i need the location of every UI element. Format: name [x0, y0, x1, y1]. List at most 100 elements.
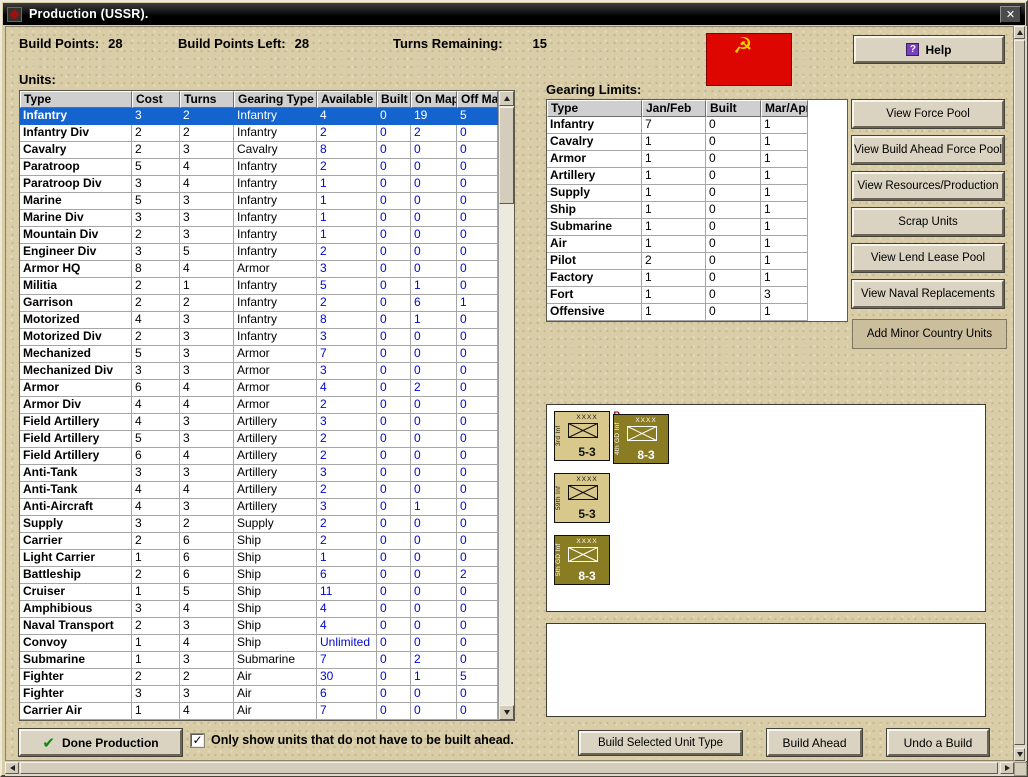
units-column-header[interactable]: Cost [132, 91, 180, 108]
scroll-left-icon[interactable] [5, 762, 19, 774]
units-table-row[interactable]: Field Artillery 4 3 Artillery 3 0 0 0 [20, 414, 498, 431]
gearing-table-row[interactable]: Factory 1 0 1 [547, 270, 808, 287]
units-table-row[interactable]: Garrison 2 2 Infantry 2 0 6 1 [20, 295, 498, 312]
units-table-row[interactable]: Armor 6 4 Armor 4 0 2 0 [20, 380, 498, 397]
unit-counter[interactable]: 59th Inf XXXX 5-3 [554, 473, 610, 523]
units-column-header[interactable]: Turns [180, 91, 234, 108]
gearing-column-header[interactable]: Mar/Apr [761, 100, 808, 117]
units-table-row[interactable]: Militia 2 1 Infantry 5 0 1 0 [20, 278, 498, 295]
gearing-table-row[interactable]: Pilot 2 0 1 [547, 253, 808, 270]
gearing-cell: Ship [547, 202, 642, 219]
units-table-row[interactable]: Field Artillery 6 4 Artillery 2 0 0 0 [20, 448, 498, 465]
units-cell: Engineer Div [20, 244, 132, 261]
units-column-header[interactable]: Built [377, 91, 411, 108]
gearing-table-row[interactable]: Armor 1 0 1 [547, 151, 808, 168]
gearing-table-row[interactable]: Fort 1 0 3 [547, 287, 808, 304]
help-button[interactable]: ? Help [854, 36, 1004, 63]
window-vertical-scrollbar[interactable] [1014, 26, 1027, 761]
gearing-table-row[interactable]: Infantry 7 0 1 [547, 117, 808, 134]
units-cell: Infantry [234, 125, 317, 142]
gearing-table-row[interactable]: Submarine 1 0 1 [547, 219, 808, 236]
side-button-view-resources-production[interactable]: View Resources/Production [852, 172, 1004, 200]
units-cell: 0 [377, 159, 411, 176]
units-column-header[interactable]: Type [20, 91, 132, 108]
unit-counter[interactable]: 3rd InfXXXX5-3R [554, 410, 620, 461]
gearing-table-row[interactable]: Supply 1 0 1 [547, 185, 808, 202]
units-table-row[interactable]: Marine Div 3 3 Infantry 1 0 0 0 [20, 210, 498, 227]
units-table-row[interactable]: Convoy 1 4 Ship Unlimited 0 0 0 [20, 635, 498, 652]
units-table-row[interactable]: Marine 5 3 Infantry 1 0 0 0 [20, 193, 498, 210]
side-button-view-lend-lease-pool[interactable]: View Lend Lease Pool [852, 244, 1004, 272]
scroll-thumb[interactable] [499, 107, 514, 204]
units-cell: 2 [132, 227, 180, 244]
units-table-row[interactable]: Anti-Tank 3 3 Artillery 3 0 0 0 [20, 465, 498, 482]
resize-grip[interactable] [1014, 762, 1027, 776]
units-table-row[interactable]: Carrier 2 6 Ship 2 0 0 0 [20, 533, 498, 550]
units-cell: 0 [411, 363, 457, 380]
units-table-row[interactable]: Paratroop Div 3 4 Infantry 1 0 0 0 [20, 176, 498, 193]
units-scrollbar[interactable] [498, 91, 514, 720]
units-table-row[interactable]: Cruiser 1 5 Ship 11 0 0 0 [20, 584, 498, 601]
gearing-table-row[interactable]: Offensive 1 0 1 [547, 304, 808, 321]
gearing-cell: 0 [706, 304, 761, 321]
units-table-row[interactable]: Battleship 2 6 Ship 6 0 0 2 [20, 567, 498, 584]
side-button-view-build-ahead-force-pool[interactable]: View Build Ahead Force Pool [852, 136, 1004, 164]
done-production-button[interactable]: ✔ Done Production [19, 729, 182, 756]
units-table-row[interactable]: Cavalry 2 3 Cavalry 8 0 0 0 [20, 142, 498, 159]
units-table-row[interactable]: Carrier Air 1 4 Air 7 0 0 0 [20, 703, 498, 720]
units-table-row[interactable]: Light Carrier 1 6 Ship 1 0 0 0 [20, 550, 498, 567]
units-table-row[interactable]: Anti-Tank 4 4 Artillery 2 0 0 0 [20, 482, 498, 499]
unit-counter[interactable]: 4th GD Inf XXXX 8-3 [613, 414, 669, 464]
units-table-row[interactable]: Mechanized 5 3 Armor 7 0 0 0 [20, 346, 498, 363]
units-table-row[interactable]: Mechanized Div 3 3 Armor 3 0 0 0 [20, 363, 498, 380]
units-table-row[interactable]: Amphibious 3 4 Ship 4 0 0 0 [20, 601, 498, 618]
units-table-row[interactable]: Paratroop 5 4 Infantry 2 0 0 0 [20, 159, 498, 176]
units-column-header[interactable]: Off Map [457, 91, 498, 108]
undo-a-build-button[interactable]: Undo a Build [887, 729, 989, 756]
side-button-view-force-pool[interactable]: View Force Pool [852, 100, 1004, 128]
units-table-row[interactable]: Fighter 3 3 Air 6 0 0 0 [20, 686, 498, 703]
build-ahead-button[interactable]: Build Ahead [767, 729, 862, 756]
units-table-row[interactable]: Field Artillery 5 3 Artillery 2 0 0 0 [20, 431, 498, 448]
units-table-row[interactable]: Anti-Aircraft 4 3 Artillery 3 0 1 0 [20, 499, 498, 516]
units-cell: 5 [317, 278, 377, 295]
units-table-row[interactable]: Engineer Div 3 5 Infantry 2 0 0 0 [20, 244, 498, 261]
units-table-row[interactable]: Armor Div 4 4 Armor 2 0 0 0 [20, 397, 498, 414]
units-table-row[interactable]: Infantry 3 2 Infantry 4 0 19 5 [20, 108, 498, 125]
units-cell: 0 [457, 635, 498, 652]
scroll-down-icon[interactable] [499, 705, 514, 720]
unit-counter[interactable]: 5th GD Inf XXXX 8-3 [554, 535, 610, 585]
scroll-up-icon[interactable] [499, 91, 514, 106]
close-icon[interactable]: ✕ [1000, 5, 1021, 23]
scroll-up-icon[interactable] [1014, 26, 1025, 39]
gearing-column-header[interactable]: Type [547, 100, 642, 117]
scroll-thumb[interactable] [20, 762, 998, 774]
window-horizontal-scrollbar[interactable] [5, 762, 1014, 776]
gearing-column-header[interactable]: Jan/Feb [642, 100, 706, 117]
scroll-right-icon[interactable] [1000, 762, 1014, 774]
units-table-row[interactable]: Naval Transport 2 3 Ship 4 0 0 0 [20, 618, 498, 635]
gearing-table-row[interactable]: Cavalry 1 0 1 [547, 134, 808, 151]
build-selected-unit-type-button[interactable]: Build Selected Unit Type [579, 731, 742, 755]
gearing-column-header[interactable]: Built [706, 100, 761, 117]
units-table-row[interactable]: Motorized Div 2 3 Infantry 3 0 0 0 [20, 329, 498, 346]
units-table-row[interactable]: Submarine 1 3 Submarine 7 0 2 0 [20, 652, 498, 669]
units-table-row[interactable]: Infantry Div 2 2 Infantry 2 0 2 0 [20, 125, 498, 142]
units-table-row[interactable]: Motorized 4 3 Infantry 8 0 1 0 [20, 312, 498, 329]
side-button-view-naval-replacements[interactable]: View Naval Replacements [852, 280, 1004, 308]
scroll-thumb[interactable] [1014, 40, 1025, 745]
scroll-down-icon[interactable] [1014, 748, 1025, 761]
units-table-row[interactable]: Fighter 2 2 Air 30 0 1 5 [20, 669, 498, 686]
side-button-scrap-units[interactable]: Scrap Units [852, 208, 1004, 236]
units-column-header[interactable]: Gearing Type [234, 91, 317, 108]
units-table-row[interactable]: Mountain Div 2 3 Infantry 1 0 0 0 [20, 227, 498, 244]
gearing-table-row[interactable]: Air 1 0 1 [547, 236, 808, 253]
units-table-row[interactable]: Armor HQ 8 4 Armor 3 0 0 0 [20, 261, 498, 278]
side-button-add-minor-country-units[interactable]: Add Minor Country Units [852, 319, 1007, 349]
ahead-filter-checkbox[interactable]: ✓ [191, 734, 204, 747]
gearing-table-row[interactable]: Artillery 1 0 1 [547, 168, 808, 185]
units-table-row[interactable]: Supply 3 2 Supply 2 0 0 0 [20, 516, 498, 533]
units-column-header[interactable]: On Map [411, 91, 457, 108]
units-column-header[interactable]: Available [317, 91, 377, 108]
gearing-table-row[interactable]: Ship 1 0 1 [547, 202, 808, 219]
